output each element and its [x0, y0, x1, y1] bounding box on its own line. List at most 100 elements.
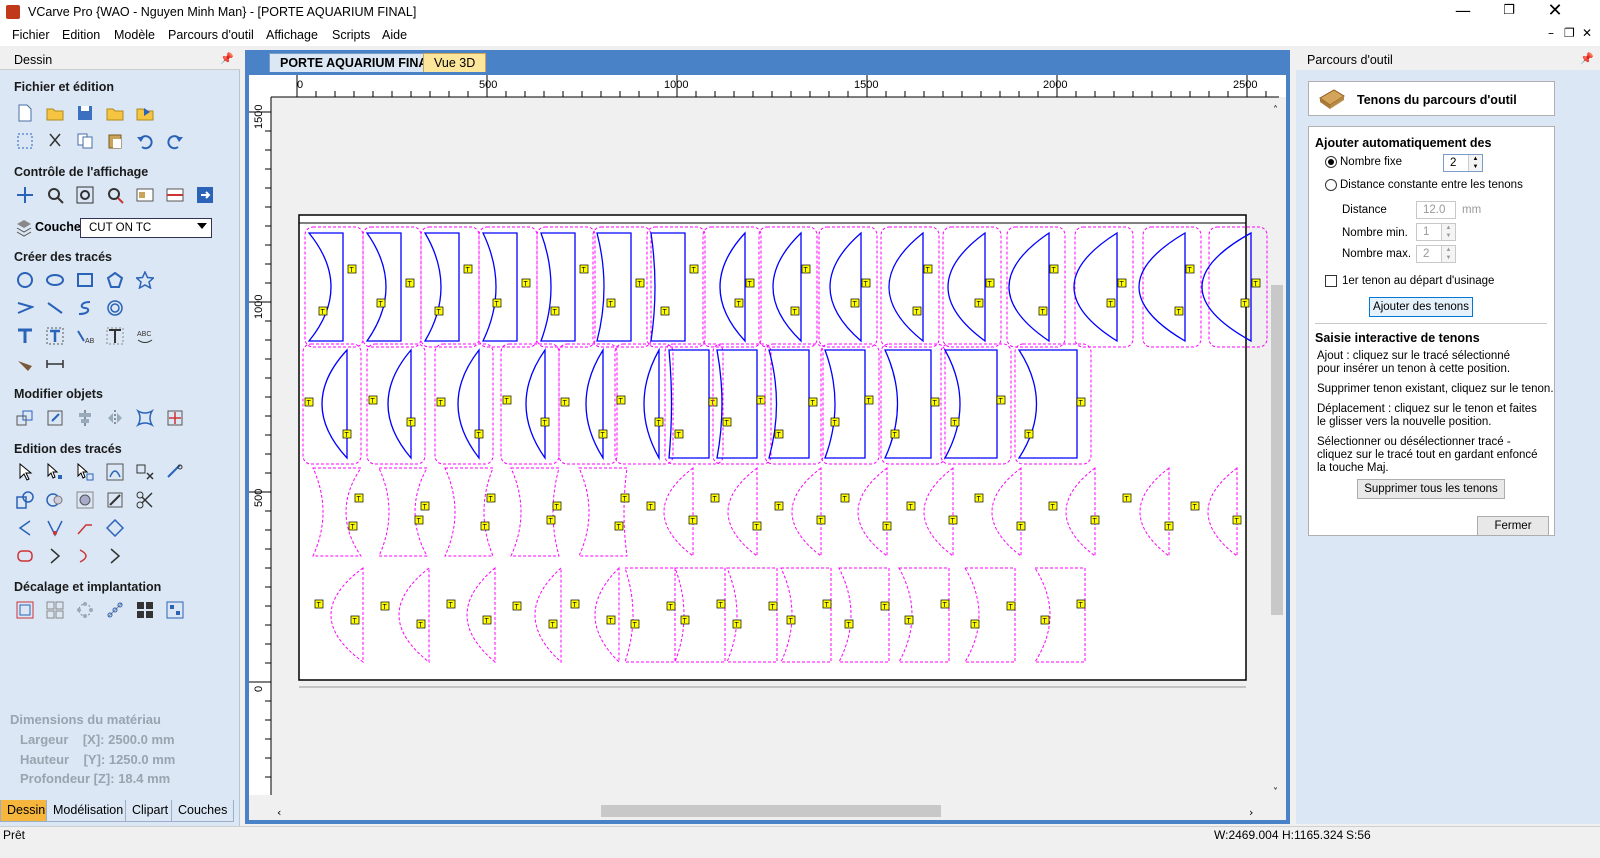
nesting-icon[interactable]	[134, 599, 156, 621]
spin-arrows-icon[interactable]: ▲ ▼	[1441, 224, 1455, 240]
arc-icon[interactable]	[44, 545, 66, 567]
measure-icon[interactable]	[44, 353, 66, 375]
tab-dessin[interactable]: Dessin	[0, 800, 53, 822]
copy-icon[interactable]	[74, 130, 96, 152]
text-icon[interactable]	[14, 325, 36, 347]
text-on-curve-icon[interactable]: AB	[74, 325, 96, 347]
array-icon[interactable]	[44, 599, 66, 621]
maximize-button[interactable]: ❐	[1486, 0, 1532, 24]
offset-icon[interactable]	[14, 599, 36, 621]
polyline-icon[interactable]	[14, 297, 36, 319]
const-distance-radio[interactable]	[1325, 179, 1337, 191]
delete-duplicates-icon[interactable]	[134, 461, 156, 483]
tab-couches[interactable]: Couches	[171, 800, 235, 822]
arc-text-icon[interactable]: ABC	[134, 325, 156, 347]
align-icon[interactable]	[74, 407, 96, 429]
tab-clipart[interactable]: Clipart	[125, 800, 176, 822]
star-icon[interactable]	[134, 269, 156, 291]
subtract-icon[interactable]	[44, 489, 66, 511]
tab-document[interactable]: PORTE AQUARIUM FINAL	[269, 53, 447, 72]
menu-edition[interactable]: Edition	[62, 28, 100, 42]
select-icon[interactable]	[14, 461, 36, 483]
open-file-icon[interactable]	[44, 102, 66, 124]
distance-field[interactable]: 12.0	[1416, 201, 1456, 219]
fixed-count-radio[interactable]	[1325, 156, 1337, 168]
copy-along-vector-icon[interactable]	[104, 599, 126, 621]
scroll-up-icon[interactable]: ˄	[1273, 104, 1278, 116]
line-icon[interactable]	[44, 297, 66, 319]
intersect-icon[interactable]	[74, 489, 96, 511]
weld-icon[interactable]	[14, 489, 36, 511]
trim-icon[interactable]	[104, 489, 126, 511]
polygon-icon[interactable]	[104, 269, 126, 291]
fit-curves-icon[interactable]	[104, 461, 126, 483]
chevron-right-icon[interactable]	[104, 545, 126, 567]
scroll-left-icon[interactable]: ‹	[277, 806, 281, 819]
circle-icon[interactable]	[14, 269, 36, 291]
close-button[interactable]: Fermer	[1477, 516, 1549, 536]
spin-arrows-icon[interactable]: ▲ ▼	[1441, 246, 1455, 262]
curve-icon[interactable]	[74, 297, 96, 319]
pin-icon[interactable]: 📌	[1580, 52, 1594, 65]
close-vector-icon[interactable]	[104, 517, 126, 539]
node-edit-icon[interactable]	[44, 461, 66, 483]
zoom-icon[interactable]	[44, 184, 66, 206]
menu-scripts[interactable]: Scripts	[332, 28, 370, 42]
auto-layout-icon[interactable]	[164, 599, 186, 621]
undo-icon[interactable]	[134, 130, 156, 152]
import-vector-icon[interactable]	[134, 102, 156, 124]
menu-modele[interactable]: Modèle	[114, 28, 155, 42]
tab-modelisation[interactable]: Modélisation	[46, 800, 131, 822]
circular-array-icon[interactable]	[74, 599, 96, 621]
view-3d-icon[interactable]	[194, 184, 216, 206]
distort-icon[interactable]	[134, 407, 156, 429]
text-box-icon[interactable]	[44, 325, 66, 347]
canvas-drawing[interactable]: 0 500 1000 1500 2000 2500 1500 1000 500 …	[249, 75, 1286, 820]
first-tab-checkbox[interactable]	[1325, 275, 1337, 287]
menu-fichier[interactable]: Fichier	[12, 28, 50, 42]
vertical-scrollbar-thumb[interactable]	[1271, 285, 1283, 615]
move-icon[interactable]	[14, 407, 36, 429]
menu-aide[interactable]: Aide	[382, 28, 407, 42]
menu-parcours[interactable]: Parcours d'outil	[168, 28, 254, 42]
spiral-icon[interactable]	[104, 297, 126, 319]
zoom-fit-icon[interactable]	[74, 184, 96, 206]
fixed-count-stepper[interactable]: 2 ▲ ▼	[1443, 154, 1483, 172]
layers-view-icon[interactable]	[134, 184, 156, 206]
dimension-icon[interactable]	[14, 353, 36, 375]
new-file-icon[interactable]	[14, 102, 36, 124]
transform-icon[interactable]	[74, 461, 96, 483]
zoom-selection-icon[interactable]	[104, 184, 126, 206]
scissors-icon[interactable]	[134, 489, 156, 511]
spin-arrows-icon[interactable]: ▲ ▼	[1468, 155, 1482, 171]
mdi-minimize-button[interactable]: –	[1548, 26, 1554, 40]
cut-icon[interactable]	[44, 130, 66, 152]
paste-icon[interactable]	[104, 130, 126, 152]
pin-icon[interactable]: 📌	[220, 52, 234, 65]
scroll-right-icon[interactable]: ›	[1249, 806, 1253, 819]
max-count-stepper[interactable]: 2 ▲ ▼	[1416, 245, 1456, 263]
extend-icon[interactable]	[74, 517, 96, 539]
minimize-button[interactable]: —	[1440, 0, 1486, 24]
layer-select[interactable]: CUT ON TC	[80, 218, 212, 238]
close-window-button[interactable]: ✕	[1532, 0, 1578, 24]
mdi-close-button[interactable]: ✕	[1582, 26, 1592, 40]
chevron-left-icon[interactable]	[14, 517, 36, 539]
scale-icon[interactable]	[44, 407, 66, 429]
scroll-down-icon[interactable]: ˅	[1273, 786, 1278, 798]
text-edit-icon[interactable]	[104, 325, 126, 347]
add-tabs-button[interactable]: Ajouter des tenons	[1369, 297, 1473, 317]
join-icon[interactable]	[164, 461, 186, 483]
mirror-icon[interactable]	[104, 407, 126, 429]
pan-icon[interactable]	[14, 184, 36, 206]
rectangle-icon[interactable]	[74, 269, 96, 291]
delete-all-tabs-button[interactable]: Supprimer tous les tenons	[1357, 479, 1505, 499]
ellipse-icon[interactable]	[44, 269, 66, 291]
bezier-icon[interactable]	[74, 545, 96, 567]
fillet-icon[interactable]	[44, 517, 66, 539]
min-count-stepper[interactable]: 1 ▲ ▼	[1416, 223, 1456, 241]
smooth-icon[interactable]	[14, 545, 36, 567]
job-setup-icon[interactable]	[14, 130, 36, 152]
table-view-icon[interactable]	[164, 184, 186, 206]
tab-3d-view[interactable]: Vue 3D	[423, 53, 487, 72]
